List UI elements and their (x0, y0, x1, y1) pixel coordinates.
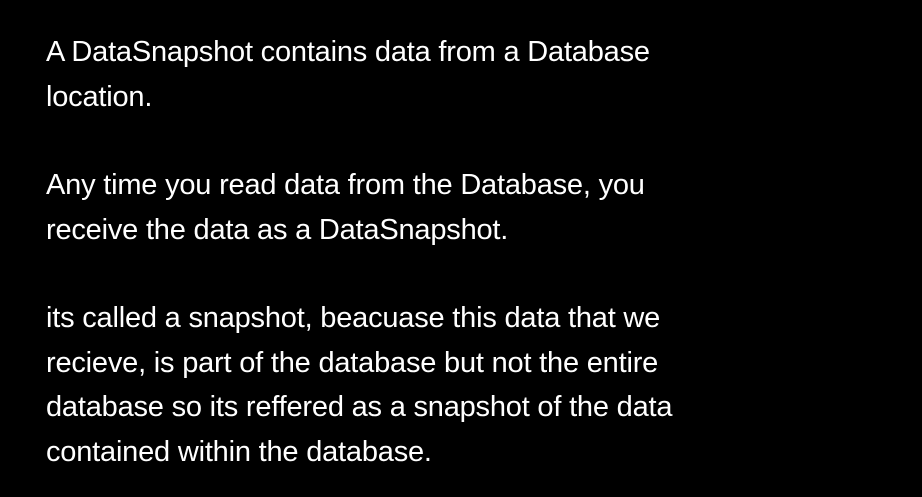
text-line: its called a snapshot, beacuase this dat… (46, 302, 661, 334)
text-line: recieve, is part of the database but not… (46, 346, 659, 379)
text-line: A DataSnapshot contains data from a Data… (46, 36, 650, 68)
slide: A DataSnapshot contains data from a Data… (0, 0, 922, 497)
text-line: contained within the database. (46, 435, 432, 468)
paragraph-read-data: Any time you read data from the Database… (46, 163, 902, 252)
text-line: location. (46, 80, 153, 113)
paragraph-definition: A DataSnapshot contains data from a Data… (46, 30, 902, 119)
text-line: Any time you read data from the Database… (46, 169, 645, 201)
paragraph-snapshot-explanation: its called a snapshot, beacuase this dat… (46, 296, 902, 474)
text-line: receive the data as a DataSnapshot. (46, 213, 509, 246)
text-line: database so its reffered as a snapshot o… (46, 391, 673, 423)
